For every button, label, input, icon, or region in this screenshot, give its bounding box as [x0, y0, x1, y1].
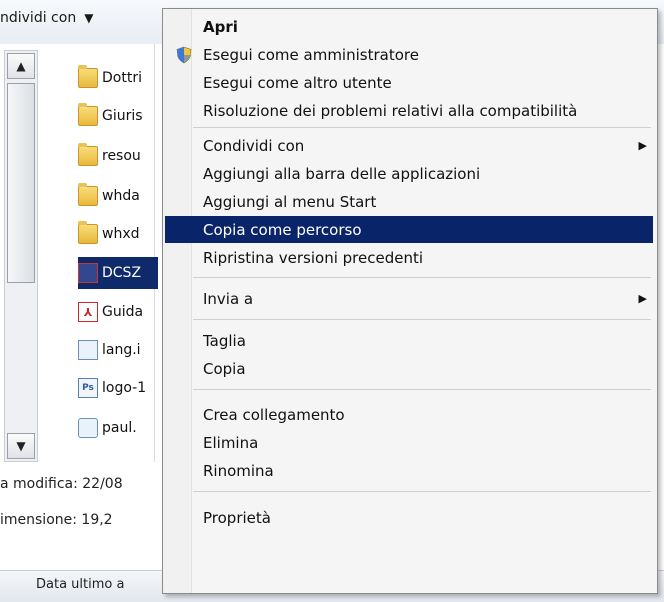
- menu-item-pin-to-taskbar[interactable]: Aggiungi alla barra delle applicazioni: [165, 160, 653, 187]
- file-item[interactable]: paul.: [78, 412, 158, 444]
- document-icon: [78, 418, 98, 438]
- submenu-arrow-icon: ▶: [638, 139, 647, 152]
- file-name: Dottri: [102, 70, 142, 86]
- menu-separator: [193, 389, 651, 390]
- file-item[interactable]: resou: [78, 140, 158, 172]
- file-item[interactable]: Giuris: [78, 100, 158, 132]
- menu-item-copy[interactable]: Copia: [165, 355, 653, 382]
- file-name: lang.i: [102, 342, 141, 358]
- menu-separator: [193, 127, 651, 128]
- file-item-selected[interactable]: DCSZ: [78, 257, 158, 289]
- scroll-thumb[interactable]: [7, 83, 35, 283]
- vertical-scrollbar[interactable]: ▲ ▼: [4, 50, 38, 462]
- details-size: imensione: 19,2: [0, 512, 113, 528]
- menu-item-label: Apri: [203, 17, 238, 36]
- menu-item-label: Invia a: [203, 289, 254, 308]
- status-text: Data ultimo a: [36, 577, 125, 592]
- file-name: DCSZ: [102, 265, 142, 281]
- menu-item-troubleshoot-compatibility[interactable]: Risoluzione dei problemi relativi alla c…: [165, 97, 653, 124]
- menu-item-rename[interactable]: Rinomina: [165, 457, 653, 484]
- menu-item-copy-as-path[interactable]: Copia come percorso: [165, 216, 653, 243]
- share-with-label: ndividi con: [0, 10, 77, 26]
- scroll-up-button[interactable]: ▲: [7, 53, 35, 79]
- file-name: Guida: [102, 304, 144, 320]
- context-menu: Apri Esegui come amministratore Esegui c…: [162, 8, 658, 594]
- menu-item-label: Copia: [203, 359, 246, 378]
- folder-icon: [78, 221, 98, 244]
- menu-item-send-to[interactable]: Invia a ▶: [165, 285, 653, 312]
- menu-item-label: Aggiungi al menu Start: [203, 192, 377, 211]
- settings-file-icon: [78, 340, 98, 360]
- uac-shield-icon: [176, 46, 192, 63]
- menu-item-label: Crea collegamento: [203, 405, 345, 424]
- folder-icon: [78, 65, 98, 88]
- menu-item-label: Taglia: [203, 331, 246, 350]
- pdf-icon: ⅄: [78, 302, 98, 322]
- file-name: whda: [102, 188, 140, 204]
- file-item[interactable]: lang.i: [78, 334, 158, 366]
- file-item[interactable]: whda: [78, 180, 158, 212]
- file-item[interactable]: ⅄ Guida: [78, 296, 158, 328]
- folder-icon: [78, 103, 98, 126]
- file-item[interactable]: Dottri: [78, 62, 158, 94]
- chevron-down-icon: ▼: [84, 11, 94, 25]
- menu-separator: [193, 319, 651, 320]
- file-name: resou: [102, 148, 141, 164]
- file-item[interactable]: whxd: [78, 218, 158, 250]
- details-modified-date: a modifica: 22/08: [0, 476, 123, 492]
- menu-item-restore-previous-versions[interactable]: Ripristina versioni precedenti: [165, 244, 653, 271]
- folder-icon: [78, 143, 98, 166]
- menu-item-share-with[interactable]: Condividi con ▶: [165, 132, 653, 159]
- menu-item-run-as-other-user[interactable]: Esegui come altro utente: [165, 69, 653, 96]
- menu-item-label: Aggiungi alla barra delle applicazioni: [203, 164, 481, 183]
- menu-item-label: Rinomina: [203, 461, 274, 480]
- scroll-down-button[interactable]: ▼: [7, 433, 35, 459]
- submenu-arrow-icon: ▶: [638, 292, 647, 305]
- menu-item-label: Esegui come altro utente: [203, 73, 392, 92]
- menu-item-label: Esegui come amministratore: [203, 45, 419, 64]
- menu-item-label: Elimina: [203, 433, 259, 452]
- photoshop-file-icon: Ps: [78, 378, 98, 398]
- application-icon: [78, 263, 98, 283]
- menu-item-run-as-admin[interactable]: Esegui come amministratore: [165, 41, 653, 68]
- menu-item-label: Copia come percorso: [203, 220, 362, 239]
- menu-item-label: Proprietà: [203, 508, 271, 527]
- menu-item-label: Ripristina versioni precedenti: [203, 248, 424, 267]
- menu-item-label: Condividi con: [203, 136, 305, 155]
- share-with-button[interactable]: ndividi con ▼: [0, 10, 93, 26]
- menu-separator: [193, 491, 651, 492]
- menu-item-open[interactable]: Apri: [165, 13, 653, 40]
- file-name: whxd: [102, 226, 140, 242]
- menu-separator: [193, 277, 651, 278]
- menu-item-cut[interactable]: Taglia: [165, 327, 653, 354]
- menu-item-delete[interactable]: Elimina: [165, 429, 653, 456]
- folder-icon: [78, 183, 98, 206]
- file-name: Giuris: [102, 108, 143, 124]
- file-name: paul.: [102, 420, 137, 436]
- file-name: logo-1: [102, 380, 147, 396]
- menu-item-create-shortcut[interactable]: Crea collegamento: [165, 401, 653, 428]
- menu-item-pin-to-start[interactable]: Aggiungi al menu Start: [165, 188, 653, 215]
- menu-item-properties[interactable]: Proprietà: [165, 504, 653, 531]
- menu-item-label: Risoluzione dei problemi relativi alla c…: [203, 101, 578, 120]
- file-item[interactable]: Ps logo-1: [78, 372, 158, 404]
